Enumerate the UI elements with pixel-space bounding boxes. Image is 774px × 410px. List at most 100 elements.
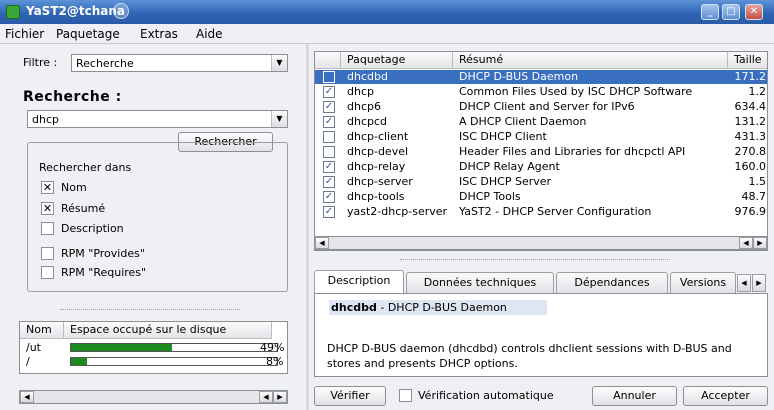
provides-checkbox[interactable] bbox=[41, 247, 54, 260]
disk-usage-fill bbox=[71, 344, 172, 351]
search-query: dhcp bbox=[32, 113, 59, 126]
installed-check-icon[interactable]: ✓ bbox=[323, 116, 335, 128]
col-paquetage[interactable]: Paquetage bbox=[341, 52, 453, 69]
package-size: 270.8 bbox=[734, 145, 767, 158]
nom-checkbox[interactable]: ✕ bbox=[41, 181, 54, 194]
package-summary: A DHCP Client Daemon bbox=[459, 115, 587, 128]
package-size: 48.7 bbox=[741, 190, 767, 203]
scroll-right-icon[interactable]: ▶ bbox=[753, 237, 767, 249]
menu-extras[interactable]: Extras bbox=[140, 27, 178, 41]
package-row[interactable]: dhcdbd DHCP D-BUS Daemon 171.2 bbox=[315, 70, 767, 84]
auto-verify-label: Vérification automatique bbox=[418, 389, 554, 402]
splitter-grip[interactable] bbox=[400, 259, 670, 260]
package-name: dhcp bbox=[347, 85, 374, 98]
tab-dependances[interactable]: Dépendances bbox=[556, 272, 668, 294]
tab-description[interactable]: Description bbox=[314, 270, 404, 294]
package-name: dhcpcd bbox=[347, 115, 388, 128]
tab-versions[interactable]: Versions bbox=[670, 272, 736, 294]
menu-fichier[interactable]: Fichier bbox=[5, 27, 44, 41]
search-input[interactable]: dhcp ▼ bbox=[27, 110, 288, 128]
splitter-grip[interactable] bbox=[60, 309, 240, 310]
disk-name: /ut bbox=[26, 341, 41, 354]
close-button[interactable]: ✕ bbox=[745, 4, 763, 20]
description-title-rest: - DHCP D-BUS Daemon bbox=[376, 301, 507, 314]
scroll-left-icon[interactable]: ◀ bbox=[739, 237, 753, 249]
package-row[interactable]: ✓ yast2-dhcp-server YaST2 - DHCP Server Co… bbox=[315, 205, 767, 219]
col-taille[interactable]: Taille bbox=[728, 52, 767, 69]
package-summary: DHCP Relay Agent bbox=[459, 160, 560, 173]
scroll-left-icon[interactable]: ◀ bbox=[315, 237, 329, 249]
resume-label: Résumé bbox=[61, 202, 106, 215]
package-summary: ISC DHCP Client bbox=[459, 130, 547, 143]
menu-paquetage[interactable]: Paquetage bbox=[56, 27, 120, 41]
installed-check-icon[interactable]: ✓ bbox=[323, 206, 335, 218]
provides-label: RPM "Provides" bbox=[61, 247, 145, 260]
package-size: 131.2 bbox=[734, 115, 767, 128]
installed-check-icon[interactable]: ✓ bbox=[323, 191, 335, 203]
package-checkbox[interactable] bbox=[323, 131, 335, 143]
menu-aide[interactable]: Aide bbox=[196, 27, 223, 41]
minimize-button[interactable]: _ bbox=[701, 4, 719, 20]
package-name: dhcp-server bbox=[347, 175, 413, 188]
package-checkbox[interactable] bbox=[323, 71, 335, 83]
package-size: 431.3 bbox=[734, 130, 767, 143]
description-title: dhcdbd - DHCP D-BUS Daemon bbox=[329, 300, 547, 315]
package-name: yast2-dhcp-server bbox=[347, 205, 448, 218]
disk-col-space[interactable]: Espace occupé sur le disque bbox=[64, 322, 272, 339]
scroll-left-icon[interactable]: ◀ bbox=[20, 391, 34, 403]
nom-label: Nom bbox=[61, 181, 87, 194]
installed-check-icon[interactable]: ✓ bbox=[323, 176, 335, 188]
requires-checkbox[interactable] bbox=[41, 266, 54, 279]
search-in-label: Rechercher dans bbox=[37, 161, 134, 174]
filter-label: Filtre : bbox=[23, 56, 58, 69]
package-row[interactable]: ✓ dhcp6 DHCP Client and Server for IPv6 634… bbox=[315, 100, 767, 114]
package-size: 634.4 bbox=[734, 100, 767, 113]
tab-donnees-techniques[interactable]: Données techniques bbox=[406, 272, 554, 294]
description-checkbox[interactable] bbox=[41, 222, 54, 235]
cancel-button[interactable]: Annuler bbox=[592, 386, 677, 406]
package-row[interactable]: ✓ dhcpcd A DHCP Client Daemon 131.2 bbox=[315, 115, 767, 129]
disk-col-nom[interactable]: Nom bbox=[20, 322, 64, 339]
installed-check-icon[interactable]: ✓ bbox=[323, 86, 335, 98]
chevron-down-icon: ▼ bbox=[271, 55, 287, 71]
filter-value: Recherche bbox=[76, 57, 134, 70]
package-row[interactable]: ✓ dhcp Common Files Used by ISC DHCP Softw… bbox=[315, 85, 767, 99]
package-table: Paquetage Résumé Taille dhcdbd DHCP D-BUS… bbox=[314, 51, 768, 251]
scroll-right-icon[interactable]: ▶ bbox=[273, 391, 287, 403]
verify-button[interactable]: Vérifier bbox=[314, 386, 386, 406]
resume-checkbox[interactable]: ✕ bbox=[41, 202, 54, 215]
package-horizontal-scrollbar[interactable]: ◀ ◀ ▶ bbox=[314, 236, 768, 250]
disk-name: / bbox=[26, 355, 30, 368]
vertical-splitter[interactable] bbox=[306, 44, 309, 410]
installed-check-icon[interactable]: ✓ bbox=[323, 101, 335, 113]
package-size: 976.9 bbox=[734, 205, 767, 218]
package-row[interactable]: ✓ dhcp-tools DHCP Tools 48.7 bbox=[315, 190, 767, 204]
auto-verify-checkbox[interactable] bbox=[399, 389, 412, 402]
installed-check-icon[interactable]: ✓ bbox=[323, 161, 335, 173]
package-summary: DHCP Client and Server for IPv6 bbox=[459, 100, 635, 113]
moon-icon bbox=[113, 3, 129, 19]
col-resume[interactable]: Résumé bbox=[453, 52, 728, 69]
package-summary: YaST2 - DHCP Server Configuration bbox=[459, 205, 652, 218]
scroll-left-icon[interactable]: ◀ bbox=[259, 391, 273, 403]
accept-button[interactable]: Accepter bbox=[683, 386, 768, 406]
maximize-button[interactable]: □ bbox=[722, 4, 740, 20]
disk-horizontal-scrollbar[interactable]: ◀ ◀ ▶ bbox=[19, 390, 288, 404]
package-row[interactable]: dhcp-client ISC DHCP Client 431.3 bbox=[315, 130, 767, 144]
menu-bar: Fichier Paquetage Extras Aide bbox=[0, 24, 774, 44]
package-size: 171.2 bbox=[734, 70, 767, 83]
requires-label: RPM "Requires" bbox=[61, 266, 147, 279]
package-name: dhcp-devel bbox=[347, 145, 409, 158]
tab-scroll-left-icon[interactable]: ◀ bbox=[737, 274, 751, 292]
package-checkbox[interactable] bbox=[323, 146, 335, 158]
package-summary: DHCP Tools bbox=[459, 190, 521, 203]
package-row[interactable]: dhcp-devel Header Files and Libraries for… bbox=[315, 145, 767, 159]
tab-scroll-right-icon[interactable]: ▶ bbox=[752, 274, 766, 292]
package-row[interactable]: ✓ dhcp-relay DHCP Relay Agent 160.0 bbox=[315, 160, 767, 174]
col-status[interactable] bbox=[315, 52, 341, 69]
filter-select[interactable]: Recherche ▼ bbox=[71, 54, 288, 72]
package-name: dhcdbd bbox=[347, 70, 388, 83]
package-row[interactable]: ✓ dhcp-server ISC DHCP Server 1.5 bbox=[315, 175, 767, 189]
description-title-name: dhcdbd bbox=[331, 301, 377, 314]
package-name: dhcp6 bbox=[347, 100, 381, 113]
